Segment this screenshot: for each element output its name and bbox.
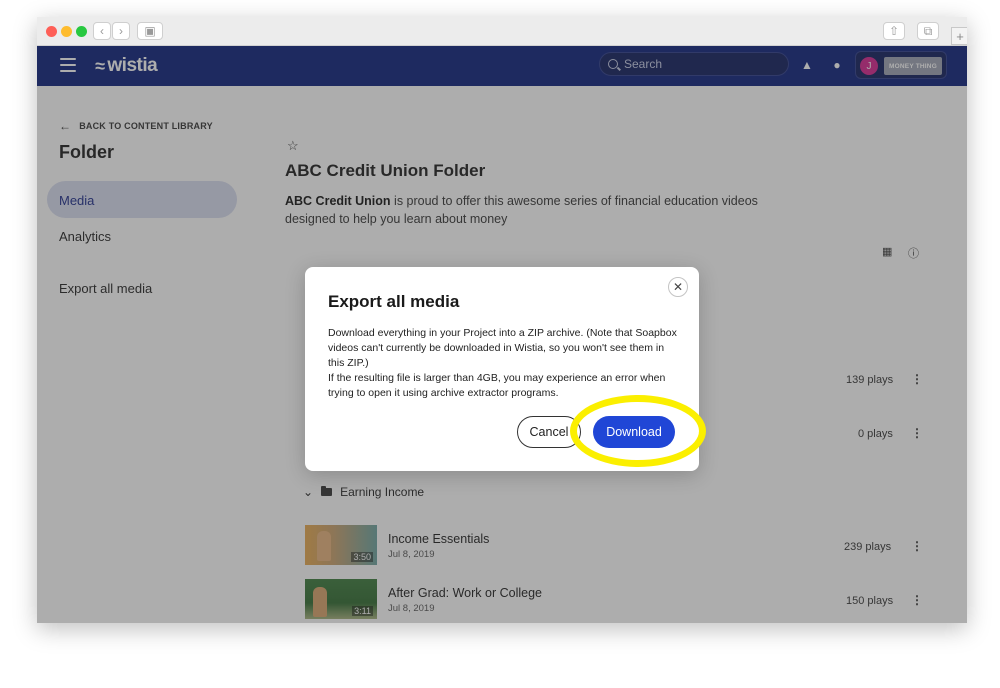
dialog-body-paragraph: If the resulting file is larger than 4GB… <box>328 372 666 399</box>
tabs-overview-icon[interactable]: ⧉ <box>917 22 939 40</box>
back-nav-icon[interactable]: ‹ <box>93 22 111 40</box>
dialog-title: Export all media <box>328 292 460 311</box>
download-button[interactable]: Download <box>593 416 675 448</box>
new-tab-button[interactable]: + <box>951 27 967 45</box>
minimize-window-button[interactable] <box>61 26 72 37</box>
sidebar-toggle-icon[interactable]: ▣ <box>137 22 163 40</box>
browser-toolbar: ‹ › ▣ ⇧ ⧉ + <box>37 17 967 46</box>
export-all-media-dialog: Export all media ✕ Download everything i… <box>305 267 699 471</box>
dialog-body: Download everything in your Project into… <box>328 326 683 401</box>
browser-window: ‹ › ▣ ⇧ ⧉ + ≈ wistia Search ▲ ● J MONEY … <box>37 17 967 623</box>
zoom-window-button[interactable] <box>76 26 87 37</box>
dialog-body-paragraph: Download everything in your Project into… <box>328 327 677 369</box>
close-icon[interactable]: ✕ <box>668 277 688 297</box>
share-icon[interactable]: ⇧ <box>883 22 905 40</box>
close-window-button[interactable] <box>46 26 57 37</box>
forward-nav-icon[interactable]: › <box>112 22 130 40</box>
cancel-button[interactable]: Cancel <box>517 416 581 448</box>
